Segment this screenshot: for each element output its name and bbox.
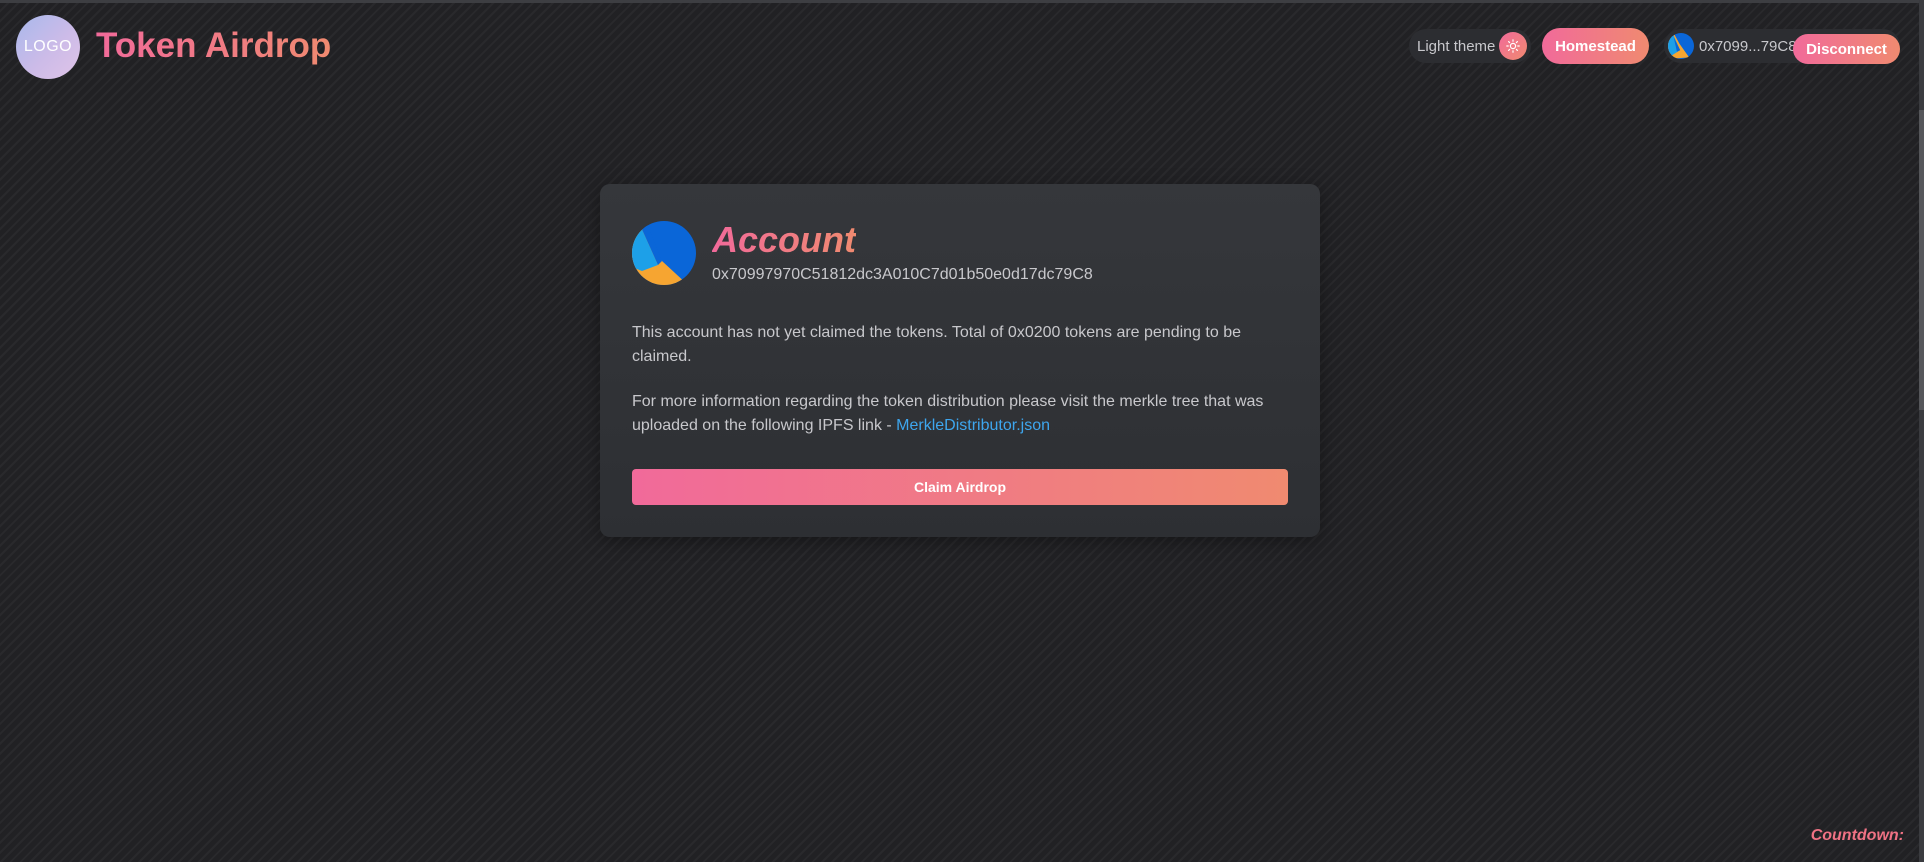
app-header: LOGO Token Airdrop Light theme Homestead — [0, 3, 1924, 89]
network-button[interactable]: Homestead — [1542, 28, 1649, 64]
account-card: Account 0x70997970C51812dc3A010C7d01b50e… — [600, 184, 1320, 537]
logo-text: LOGO — [23, 38, 73, 55]
claim-status-text: This account has not yet claimed the tok… — [632, 324, 1241, 365]
scrollbar-track[interactable] — [1919, 0, 1924, 862]
merkle-distributor-link[interactable]: MerkleDistributor.json — [896, 417, 1050, 434]
account-address: 0x70997970C51812dc3A010C7d01b50e0d17dc79… — [712, 266, 1093, 283]
account-avatar-icon — [632, 221, 696, 285]
countdown-label: Countdown: — [1810, 827, 1904, 844]
account-address-short: 0x7099...79C8 — [1699, 37, 1797, 55]
scrollbar-thumb[interactable] — [1919, 110, 1924, 410]
theme-toggle[interactable]: Light theme — [1409, 29, 1532, 63]
account-avatar-icon — [1668, 33, 1694, 59]
theme-toggle-label: Light theme — [1417, 37, 1496, 55]
card-title: Account — [712, 219, 856, 260]
claim-airdrop-button[interactable]: Claim Airdrop — [632, 469, 1288, 505]
sun-icon[interactable] — [1499, 32, 1528, 60]
info-text-block: For more information regarding the token… — [632, 390, 1282, 438]
app-title: Token Airdrop — [96, 26, 332, 65]
logo[interactable]: LOGO — [16, 15, 80, 79]
disconnect-button[interactable]: Disconnect — [1793, 34, 1900, 64]
